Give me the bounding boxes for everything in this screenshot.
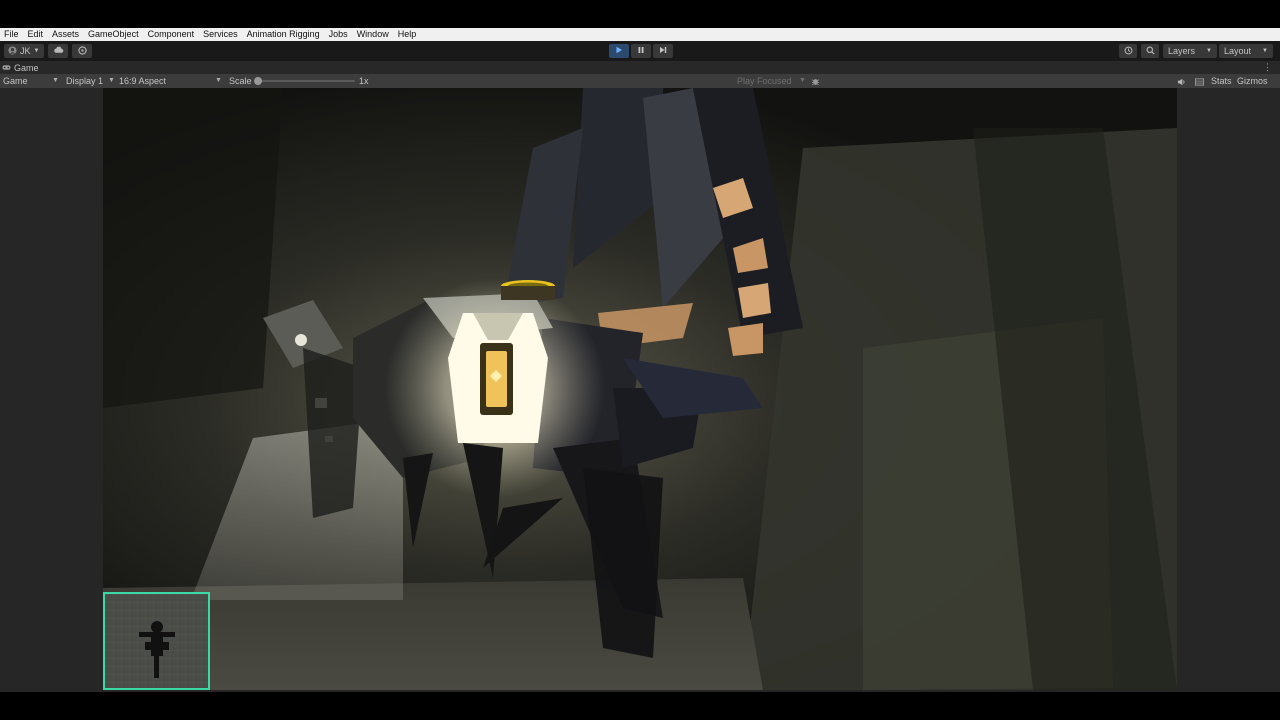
play-icon xyxy=(615,46,623,56)
display-dropdown[interactable]: Display 1 xyxy=(66,74,103,88)
menu-window[interactable]: Window xyxy=(357,28,389,41)
tab-game[interactable]: Game xyxy=(2,61,39,74)
cloud-button[interactable] xyxy=(48,44,68,58)
step-icon xyxy=(659,46,667,56)
pause-button[interactable] xyxy=(631,44,651,58)
collab-button[interactable] xyxy=(72,44,92,58)
gamepad-icon xyxy=(2,63,11,73)
account-dropdown[interactable]: JK ▼ xyxy=(4,44,44,58)
menu-bar: File Edit Assets GameObject Component Se… xyxy=(0,28,1280,41)
game-scene xyxy=(103,88,1177,690)
layers-label: Layers xyxy=(1168,46,1196,56)
player-silhouette-icon xyxy=(105,594,208,688)
menu-services[interactable]: Services xyxy=(203,28,238,41)
menu-gameobject[interactable]: GameObject xyxy=(88,28,139,41)
chevron-down-icon: ▼ xyxy=(33,48,40,54)
search-button[interactable] xyxy=(1141,44,1159,58)
scale-slider-thumb[interactable] xyxy=(254,77,262,85)
account-label: JK xyxy=(20,46,31,56)
menu-animation-rigging[interactable]: Animation Rigging xyxy=(247,28,320,41)
mode-dropdown[interactable]: Game xyxy=(3,74,28,88)
scale-value: 1x xyxy=(359,76,369,86)
cloud-icon xyxy=(53,46,64,56)
more-options-icon[interactable]: ⋮ xyxy=(1263,61,1272,74)
pause-icon xyxy=(637,46,645,56)
chevron-down-icon: ▼ xyxy=(215,77,222,84)
layout-dropdown[interactable]: Layout ▼ xyxy=(1219,44,1273,58)
tab-game-label: Game xyxy=(14,62,39,73)
minimap-panel xyxy=(103,592,210,690)
menu-edit[interactable]: Edit xyxy=(28,28,44,41)
chevron-down-icon: ▼ xyxy=(1262,48,1268,54)
chevron-down-icon: ▼ xyxy=(1206,48,1212,54)
account-icon xyxy=(8,45,17,57)
menu-component[interactable]: Component xyxy=(148,28,195,41)
speaker-icon[interactable] xyxy=(1177,74,1186,88)
menu-help[interactable]: Help xyxy=(398,28,417,41)
scale-slider-track[interactable] xyxy=(257,80,355,82)
play-focused-label: Play Focused xyxy=(737,76,792,86)
scale-label: Scale xyxy=(229,76,252,86)
stats-button[interactable]: Stats xyxy=(1211,74,1232,88)
search-icon xyxy=(1146,46,1155,57)
letterbox-top xyxy=(0,0,1280,28)
stats-grid-icon xyxy=(1195,74,1204,88)
aspect-dropdown[interactable]: 16:9 Aspect xyxy=(119,74,166,88)
chevron-down-icon: ▼ xyxy=(108,77,115,84)
display-label: Display 1 xyxy=(66,76,104,86)
menu-assets[interactable]: Assets xyxy=(52,28,79,41)
game-viewport[interactable] xyxy=(103,88,1177,690)
play-button[interactable] xyxy=(609,44,629,58)
menu-file[interactable]: File xyxy=(4,28,19,41)
mode-label: Game xyxy=(3,76,28,86)
gizmos-button[interactable]: Gizmos xyxy=(1237,74,1268,88)
menu-jobs[interactable]: Jobs xyxy=(329,28,348,41)
step-button[interactable] xyxy=(653,44,673,58)
game-view-toolbar: Game ▼ Display 1 ▼ 16:9 Aspect ▼ Scale 1… xyxy=(0,74,1280,88)
history-icon xyxy=(1124,46,1133,57)
window-tab-bar: Game ⋮ xyxy=(0,61,1280,74)
chevron-down-icon: ▼ xyxy=(799,77,806,84)
layout-label: Layout xyxy=(1224,46,1252,56)
letterbox-bottom xyxy=(0,692,1280,720)
collab-icon xyxy=(77,45,87,57)
aspect-label: 16:9 Aspect xyxy=(119,76,167,86)
history-button[interactable] xyxy=(1119,44,1137,58)
main-toolbar: JK ▼ Layers ▼ Layout ▼ xyxy=(0,41,1280,61)
chevron-down-icon: ▼ xyxy=(52,77,59,84)
bug-icon[interactable] xyxy=(811,74,820,88)
play-focused-dropdown[interactable]: Play Focused xyxy=(737,74,792,88)
layers-dropdown[interactable]: Layers ▼ xyxy=(1163,44,1217,58)
